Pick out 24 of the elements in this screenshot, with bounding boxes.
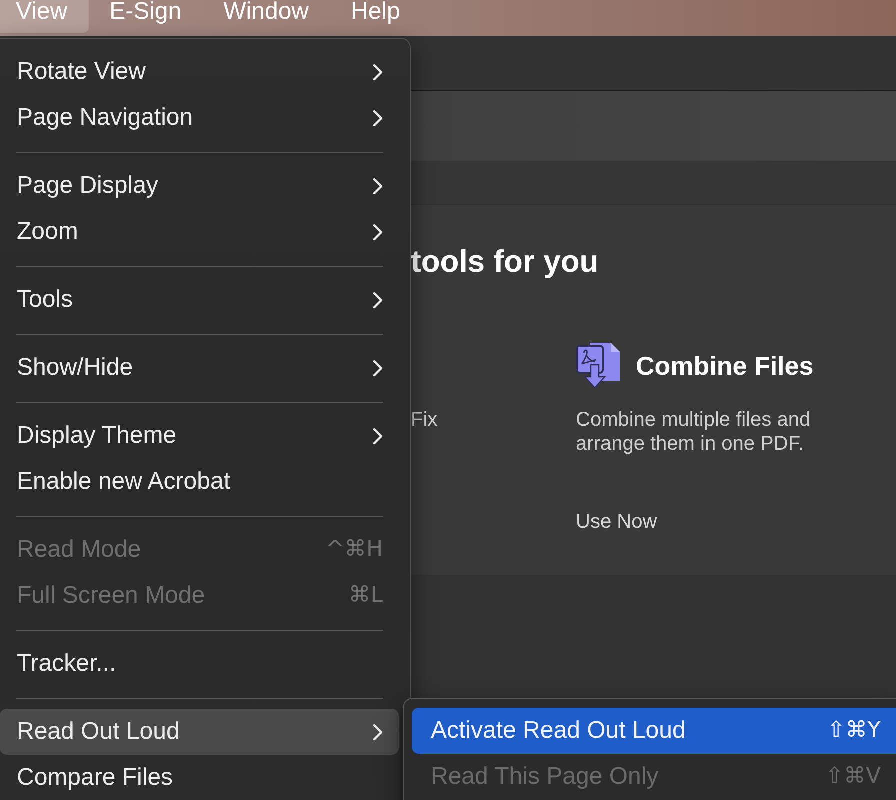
keyboard-shortcut: ⇧⌘Y xyxy=(827,717,881,745)
menu-item[interactable]: Rotate View xyxy=(0,49,399,95)
menu-item[interactable]: Read Out Loud xyxy=(0,709,399,755)
menu-bar-item[interactable]: Window xyxy=(202,0,330,33)
menu-item[interactable]: Compare Files xyxy=(0,755,399,800)
card-title: Combine Files xyxy=(636,350,814,380)
card-description: Combine multiple files and arrange them in one PDF. xyxy=(576,408,812,456)
combine-files-icon xyxy=(576,343,620,388)
keyboard-shortcut: ⌘L xyxy=(348,582,383,610)
keyboard-shortcut: ⇧⌘V xyxy=(826,763,881,791)
menu-item[interactable]: Activate Read Out Loud ⇧⌘Y xyxy=(412,708,896,754)
menu-bar-item[interactable]: Help xyxy=(330,0,422,33)
menu-item[interactable]: Page Navigation xyxy=(0,95,399,141)
menu-item[interactable]: Zoom xyxy=(0,209,399,255)
menu-item[interactable]: Display Theme xyxy=(0,413,399,459)
menu-item[interactable]: Show/Hide xyxy=(0,345,399,391)
menu-item[interactable]: Tools xyxy=(0,277,399,323)
menu-item[interactable]: Tracker... xyxy=(0,641,399,687)
use-now-link[interactable]: Use Now xyxy=(576,510,658,534)
menu-item[interactable]: Enable new Acrobat xyxy=(0,459,399,505)
card-description: Fix xyxy=(411,408,439,432)
keyboard-shortcut: ^⌘H xyxy=(326,536,383,564)
menu-item[interactable]: Page Display xyxy=(0,163,399,209)
section-heading: tools for you xyxy=(411,245,600,279)
